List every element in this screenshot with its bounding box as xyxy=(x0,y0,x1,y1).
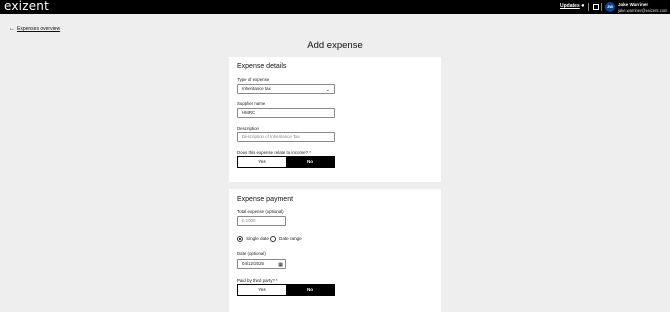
description-input[interactable]: Description of Inheritance Tax xyxy=(237,132,335,142)
user-email: jake.warriner@exizent.com xyxy=(618,8,668,13)
income-no-button[interactable]: No xyxy=(286,157,334,167)
supplier-label: Supplier name xyxy=(237,101,266,106)
radio-unselected-icon xyxy=(270,236,276,242)
bell-icon[interactable]: ● xyxy=(581,3,585,10)
grid-icon[interactable] xyxy=(593,4,599,10)
date-value: 04/12/2025 xyxy=(242,261,264,266)
third-party-label: Paid by third party? * xyxy=(237,278,278,283)
supplier-input[interactable]: HMRC xyxy=(237,108,335,118)
arrow-left-icon: ← xyxy=(9,26,15,32)
divider xyxy=(588,3,589,11)
third-party-no-button[interactable]: No xyxy=(286,285,334,295)
updates-link[interactable]: Updates xyxy=(560,3,580,9)
date-range-label: Date range xyxy=(279,236,302,242)
chevron-down-icon: ⌄ xyxy=(325,87,330,93)
divider xyxy=(601,3,602,11)
date-input[interactable]: 04/12/2025 ▦ xyxy=(237,259,286,269)
third-party-yes-button[interactable]: Yes xyxy=(238,285,286,295)
user-name: Jake Warriner xyxy=(618,2,649,7)
back-link-label: Expenses overview xyxy=(17,26,61,32)
total-label: Total expense (optional) xyxy=(237,209,284,214)
page-title: Add expense xyxy=(307,40,363,51)
radio-selected-icon xyxy=(237,236,243,242)
total-expense-input[interactable]: £ 1000 xyxy=(237,216,286,226)
section-title: Expense payment xyxy=(237,196,294,203)
calendar-icon[interactable]: ▦ xyxy=(278,261,283,269)
type-label: Type of expense xyxy=(237,77,270,82)
exizent-logo[interactable]: exizent xyxy=(4,0,49,13)
income-question-label: Does this expense relate to income? * xyxy=(237,150,311,155)
expense-details-card: Expense details Type of expense Inherita… xyxy=(229,57,441,182)
single-date-radio[interactable]: Single date xyxy=(237,236,269,242)
date-range-radio[interactable]: Date range xyxy=(270,236,302,242)
top-bar: exizent Updates ● JW Jake Warriner jake.… xyxy=(0,0,670,14)
income-toggle: Yes No xyxy=(237,156,335,168)
expense-type-value: Inheritance tax xyxy=(242,86,271,91)
income-yes-button[interactable]: Yes xyxy=(238,157,286,167)
description-label: Description xyxy=(237,126,259,131)
single-date-label: Single date xyxy=(246,236,269,242)
expense-type-select[interactable]: Inheritance tax ⌄ xyxy=(237,84,335,94)
expense-payment-card: Expense payment Total expense (optional)… xyxy=(229,189,441,312)
back-link[interactable]: ← Expenses overview xyxy=(9,26,60,32)
date-label: Date (optional) xyxy=(237,251,266,256)
section-title: Expense details xyxy=(237,63,287,70)
avatar[interactable]: JW xyxy=(605,2,615,12)
third-party-toggle: Yes No xyxy=(237,284,335,296)
